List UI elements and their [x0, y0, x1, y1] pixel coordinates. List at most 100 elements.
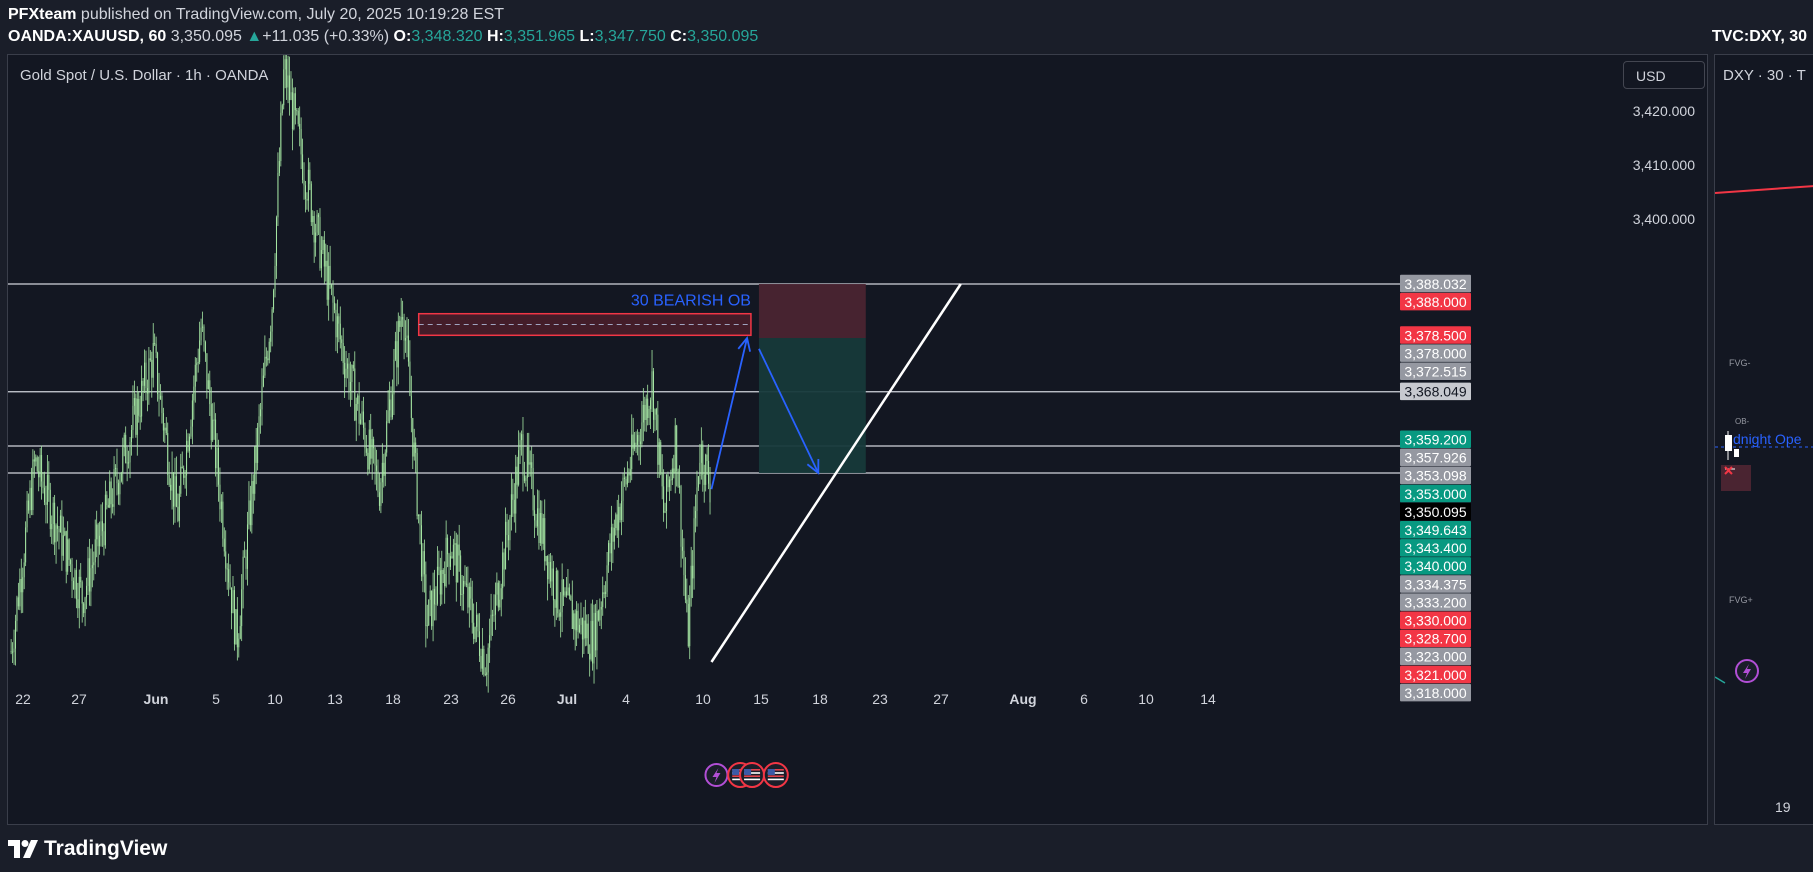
candle-body [699, 462, 701, 477]
candle-body [55, 525, 57, 543]
main-chart-pane[interactable]: 30 BEARISH OB 3,420.000 3,410.000 3,400.000… [7, 54, 1708, 825]
candle-body [376, 465, 378, 471]
price-chart[interactable]: 30 BEARISH OB 3,420.000 3,410.000 3,400.000… [8, 55, 1708, 825]
us-flag-icon[interactable] [739, 762, 766, 788]
price-label: 3,328.700 [1404, 631, 1466, 647]
candle-body [265, 356, 267, 359]
candle-body [634, 442, 636, 449]
side-x-tick: 19 [1775, 799, 1791, 815]
candle-body [183, 468, 185, 478]
candle-body [325, 260, 327, 267]
candle-body [626, 473, 628, 485]
lightning-icon[interactable] [704, 763, 729, 787]
candle-body [623, 477, 625, 479]
candle-body [173, 472, 175, 507]
candle-body [70, 559, 72, 565]
tradingview-logo[interactable]: TradingView [8, 834, 167, 864]
candle-body [33, 459, 35, 462]
candle-body [389, 399, 391, 411]
candle-body [245, 556, 247, 569]
candle-body [122, 447, 124, 473]
candle-body [544, 518, 546, 562]
candle-body [75, 570, 77, 600]
x-axis-tick: 18 [812, 691, 828, 707]
candle-body [580, 617, 582, 625]
candle-body [464, 580, 466, 585]
candle-body [191, 400, 193, 427]
candle-body [148, 358, 150, 394]
candle-body [468, 586, 470, 608]
candle-body [581, 617, 583, 640]
y-axis-tick: 3,410.000 [1633, 157, 1695, 173]
candle-body [315, 232, 317, 243]
candle-body [532, 467, 534, 511]
candle-body [184, 475, 186, 478]
candle-body [103, 531, 105, 546]
x-axis-tick: 23 [443, 691, 459, 707]
candle-body [347, 363, 349, 369]
candle-body [689, 597, 691, 647]
candle-body [641, 422, 643, 445]
candle-body [32, 459, 34, 511]
candle-body [403, 319, 405, 341]
candle-body [622, 477, 624, 501]
author-name[interactable]: PFXteam [8, 6, 76, 23]
candle-body [599, 609, 601, 621]
x-axis-tick: 10 [267, 691, 283, 707]
candle-body [489, 635, 491, 648]
candle-body [14, 620, 16, 649]
candle-body [592, 620, 594, 664]
candle-body [135, 398, 137, 435]
candle-body [42, 481, 44, 488]
candle-body [534, 510, 536, 521]
candle-body [352, 365, 354, 369]
candle-body [418, 514, 420, 517]
candle-body [186, 440, 188, 476]
candle-body [110, 481, 112, 505]
candle-body [204, 341, 206, 354]
flag-canton [767, 769, 775, 775]
candle-body [426, 625, 428, 627]
candle-body [267, 358, 269, 361]
candle-body [448, 554, 450, 567]
candle-body [431, 590, 433, 627]
candle-body [145, 362, 147, 389]
symbol-name[interactable]: OANDA:XAUUSD, 60 [8, 28, 166, 45]
side-red-line [1715, 185, 1813, 194]
candle-body [293, 93, 295, 130]
candle-body [568, 587, 570, 596]
candle-body [13, 648, 15, 653]
currency-button[interactable]: USD [1623, 61, 1705, 89]
candle-body [138, 398, 140, 416]
candle-body [700, 444, 702, 463]
candle-body [477, 614, 479, 632]
candle-body [41, 455, 43, 482]
candle-body [113, 469, 115, 507]
candle-body [679, 486, 681, 488]
candle-body [28, 500, 30, 511]
candle-body [484, 674, 486, 676]
candle-body [539, 512, 541, 544]
candle-body [545, 556, 547, 562]
candle-body [655, 409, 657, 415]
candle-body [303, 179, 305, 186]
candle-body [86, 585, 88, 598]
candle-body [647, 398, 649, 418]
candle-body [36, 457, 38, 472]
candle-body [238, 638, 240, 648]
us-flag-icon[interactable] [762, 762, 789, 788]
candle-body [536, 508, 538, 527]
candle-body [444, 573, 446, 587]
candle-body [460, 555, 462, 595]
candle-body [412, 418, 414, 457]
candle-body [676, 425, 678, 471]
candle-body [397, 320, 399, 368]
x-axis-tick: 22 [15, 691, 31, 707]
candle-body [23, 562, 25, 578]
candle-body [474, 626, 476, 639]
secondary-symbol[interactable]: TVC:DXY, 30 [1712, 28, 1807, 46]
side-chart-pane[interactable]: DXY · 30 · T FVG- OB- dnight Ope FVG+ 19 [1714, 54, 1813, 825]
x-axis-tick: 6 [1080, 691, 1088, 707]
side-lightning-icon[interactable] [1735, 659, 1759, 683]
candle-body [252, 481, 254, 494]
